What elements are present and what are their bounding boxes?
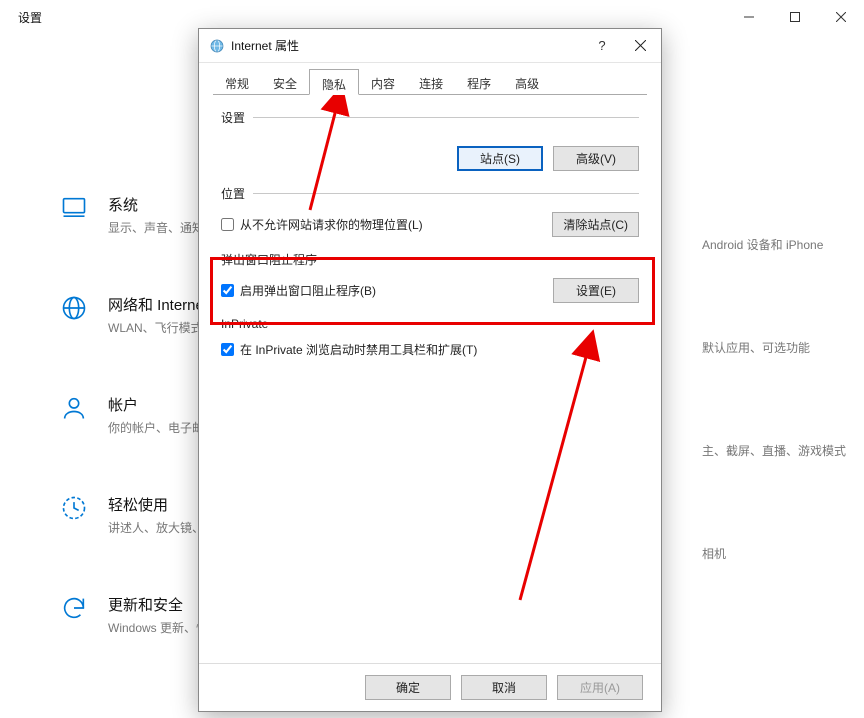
ok-button[interactable]: 确定 xyxy=(365,675,451,700)
clear-sites-button[interactable]: 清除站点(C) xyxy=(552,212,639,237)
tab-content[interactable]: 内容 xyxy=(359,69,407,95)
checkbox-label: 启用弹出窗口阻止程序(B) xyxy=(240,282,376,299)
dialog-tabs: 常规 安全 隐私 内容 连接 程序 高级 xyxy=(199,63,661,95)
globe-icon xyxy=(209,38,225,54)
popup-settings-button[interactable]: 设置(E) xyxy=(553,278,639,303)
section-label: 设置 xyxy=(221,109,245,126)
hint-text: Android 设备和 iPhone xyxy=(702,236,846,253)
section-label: 弹出窗口阻止程序 xyxy=(221,251,317,268)
close-button[interactable] xyxy=(818,0,864,34)
minimize-button[interactable] xyxy=(726,0,772,34)
dialog-title: Internet 属性 xyxy=(231,37,299,54)
advanced-button[interactable]: 高级(V) xyxy=(553,146,639,171)
dialog-titlebar[interactable]: Internet 属性 ? xyxy=(199,29,661,63)
section-label: 位置 xyxy=(221,185,245,202)
inprivate-checkbox-row[interactable]: 在 InPrivate 浏览启动时禁用工具栏和扩展(T) xyxy=(221,341,639,358)
never-allow-location-checkbox[interactable] xyxy=(221,218,234,231)
section-label: InPrivate xyxy=(221,317,268,331)
person-icon xyxy=(60,394,88,422)
tab-privacy[interactable]: 隐私 xyxy=(309,69,359,95)
hint-text: 主、截屏、直播、游戏模式 xyxy=(702,442,846,459)
inprivate-disable-toolbars-checkbox[interactable] xyxy=(221,343,234,356)
tab-advanced[interactable]: 高级 xyxy=(503,69,551,95)
globe-icon xyxy=(60,294,88,322)
popup-checkbox-row[interactable]: 启用弹出窗口阻止程序(B) xyxy=(221,282,376,299)
section-inprivate: InPrivate 在 InPrivate 浏览启动时禁用工具栏和扩展(T) xyxy=(221,317,639,358)
maximize-button[interactable] xyxy=(772,0,818,34)
section-popup-blocker: 弹出窗口阻止程序 启用弹出窗口阻止程序(B) 设置(E) xyxy=(221,251,639,303)
tab-connections[interactable]: 连接 xyxy=(407,69,455,95)
system-icon xyxy=(60,194,88,222)
settings-title: 设置 xyxy=(0,9,42,26)
ease-icon xyxy=(60,494,88,522)
dialog-footer: 确定 取消 应用(A) xyxy=(199,663,661,711)
checkbox-label: 从不允许网站请求你的物理位置(L) xyxy=(240,216,423,233)
tab-programs[interactable]: 程序 xyxy=(455,69,503,95)
hint-text: 默认应用、可选功能 xyxy=(702,339,846,356)
location-checkbox-row[interactable]: 从不允许网站请求你的物理位置(L) xyxy=(221,216,423,233)
section-location: 位置 从不允许网站请求你的物理位置(L) 清除站点(C) xyxy=(221,185,639,237)
tab-general[interactable]: 常规 xyxy=(213,69,261,95)
help-button[interactable]: ? xyxy=(585,38,619,53)
enable-popup-blocker-checkbox[interactable] xyxy=(221,284,234,297)
dialog-content: 设置 站点(S) 高级(V) 位置 从不允许网站请求你的物理位置(L) 清除站点… xyxy=(199,95,661,663)
cancel-button[interactable]: 取消 xyxy=(461,675,547,700)
sync-icon xyxy=(60,594,88,622)
internet-properties-dialog: Internet 属性 ? 常规 安全 隐私 内容 连接 程序 高级 设置 站点… xyxy=(198,28,662,712)
tab-security[interactable]: 安全 xyxy=(261,69,309,95)
sites-button[interactable]: 站点(S) xyxy=(457,146,543,171)
checkbox-label: 在 InPrivate 浏览启动时禁用工具栏和扩展(T) xyxy=(240,341,477,358)
hint-text: 相机 xyxy=(702,545,846,562)
dialog-close-button[interactable] xyxy=(619,29,661,63)
apply-button[interactable]: 应用(A) xyxy=(557,675,643,700)
right-hints: Android 设备和 iPhone 默认应用、可选功能 主、截屏、直播、游戏模… xyxy=(702,236,846,562)
window-controls xyxy=(726,0,864,34)
section-settings: 设置 站点(S) 高级(V) xyxy=(221,109,639,171)
